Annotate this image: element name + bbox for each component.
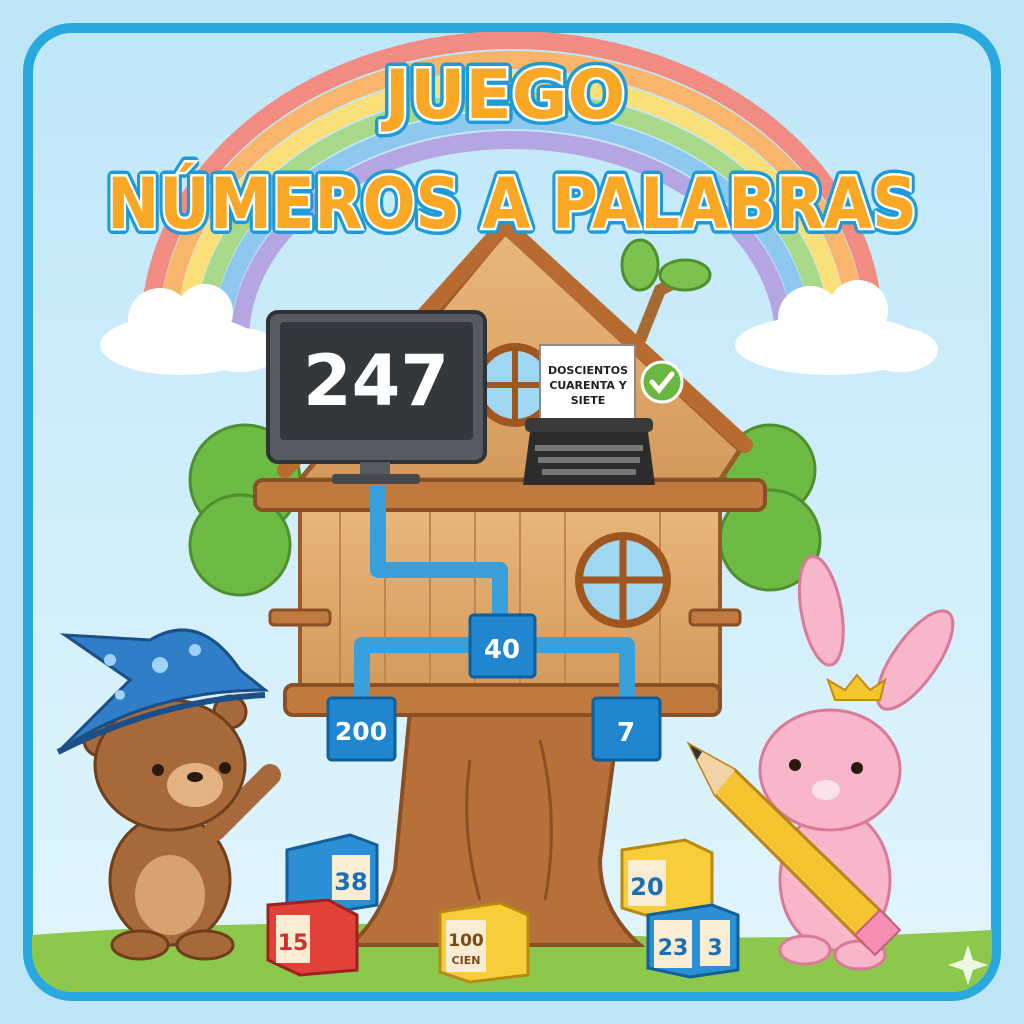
tens-box: 40 [468, 613, 537, 679]
title-line2: NÚMEROS A PALABRAS [107, 163, 917, 245]
block-23: 23 3 [646, 903, 740, 979]
block-label: 100 [448, 931, 484, 951]
hundreds-value: 200 [335, 717, 387, 746]
paper-line-2: CUARENTA Y [549, 379, 627, 392]
monitor-number: 247 [303, 340, 449, 422]
monitor: 247 [266, 310, 487, 484]
block-label: 38 [334, 868, 367, 896]
units-value: 7 [617, 718, 635, 748]
check-icon [640, 360, 684, 404]
block-sublabel: CIEN [452, 954, 481, 967]
paper-line-1: DOSCIENTOS [548, 364, 628, 377]
block-side-label: 3 [707, 936, 722, 961]
title-line1: JUEGO [381, 56, 626, 135]
block-100: 100 CIEN [438, 901, 530, 984]
block-label: 23 [658, 936, 689, 961]
game-illustration: 247 DOSCIENTOS CUARENTA Y SIETE 40 200 7… [0, 0, 1024, 1024]
hundreds-box: 200 [326, 696, 397, 762]
units-box: 7 [591, 696, 662, 762]
typewriter: DOSCIENTOS CUARENTA Y SIETE [523, 344, 655, 485]
window-round [575, 532, 671, 628]
paper-line-3: SIETE [571, 394, 606, 407]
tens-value: 40 [484, 635, 520, 665]
block-label: 15 [278, 931, 309, 956]
block-15: 15 [266, 898, 359, 977]
block-label: 20 [630, 873, 663, 901]
